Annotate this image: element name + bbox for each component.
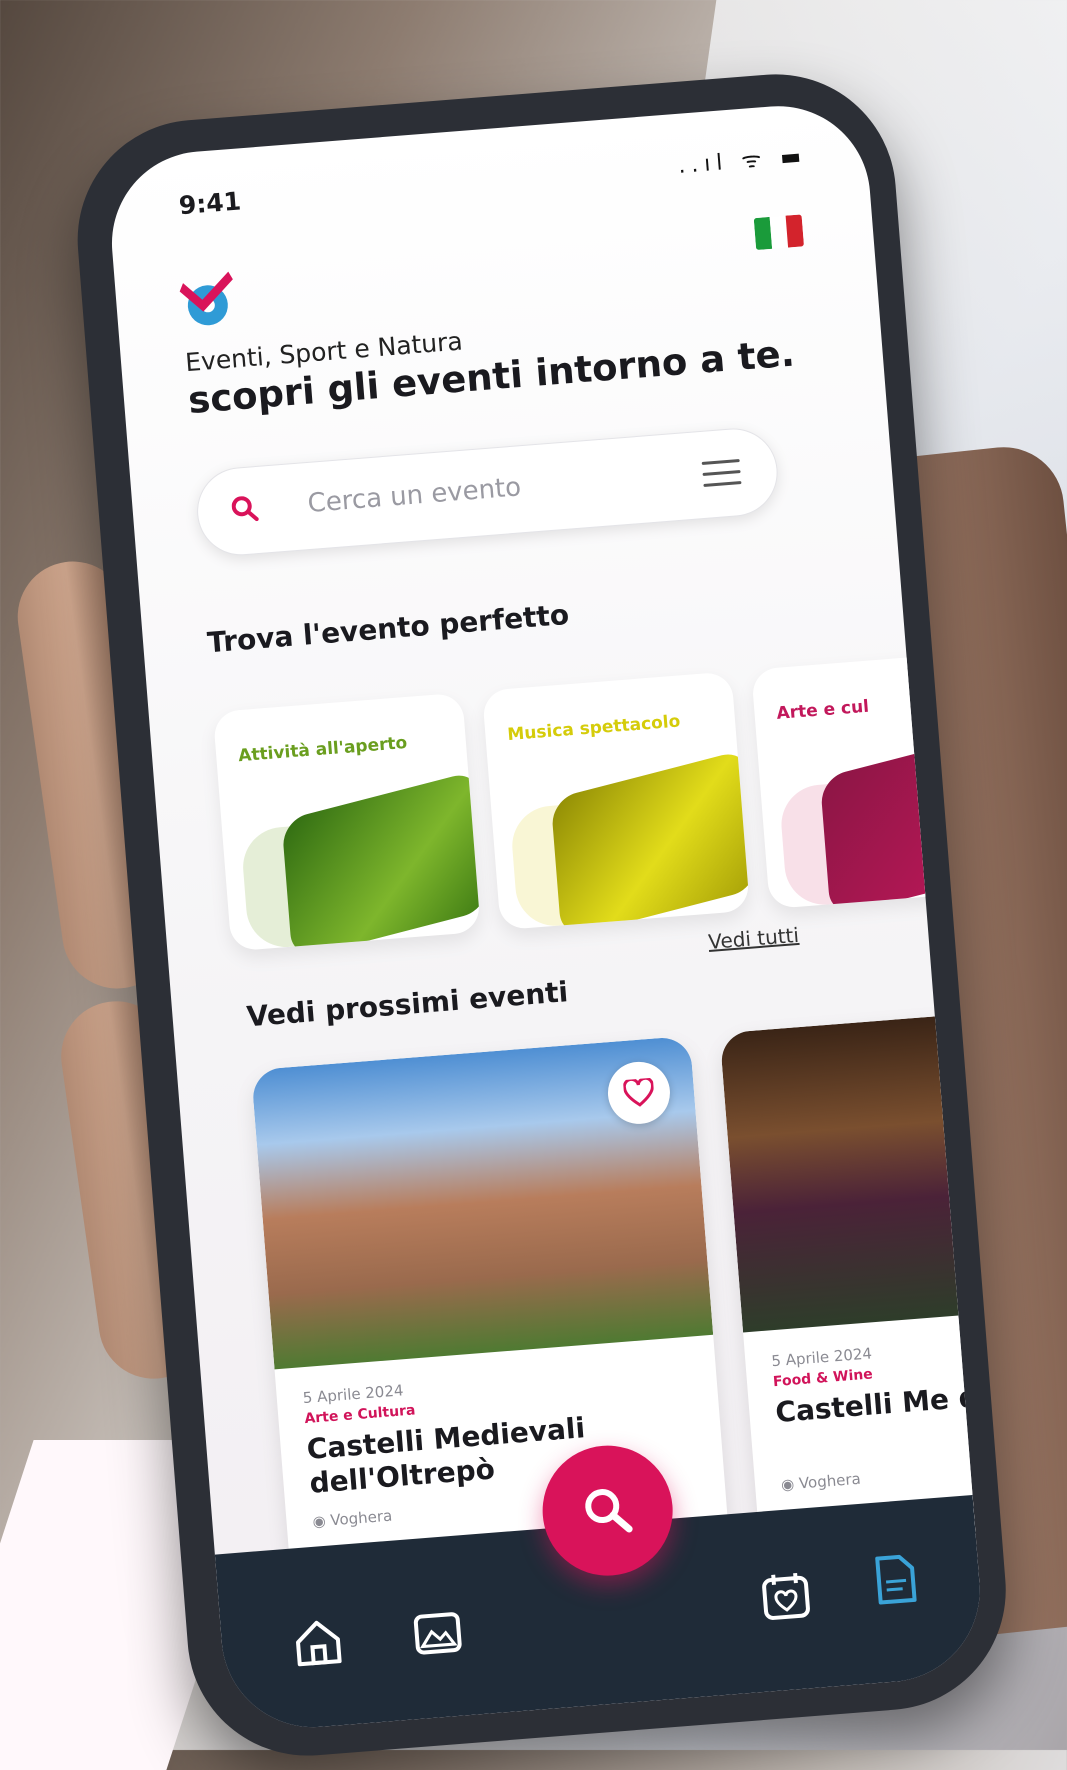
location-pin-icon: ◉ <box>311 1511 332 1531</box>
category-label: Arte e cul <box>775 696 870 724</box>
events-title: Vedi prossimi eventi <box>245 975 570 1034</box>
app-screen: 9:41 ..ıl ᯤ ▬ Eventi, Sport e Natura sco… <box>105 99 987 1735</box>
status-time: 9:41 <box>177 186 243 221</box>
app-logo-icon <box>179 271 233 326</box>
status-icons: ..ıl ᯤ ▬ <box>677 143 808 179</box>
search-input[interactable]: Cerca un evento <box>307 472 523 519</box>
event-date: 5 Aprile 2024 <box>302 1381 405 1408</box>
event-location: ◉ Voghera <box>780 1470 861 1494</box>
search-icon <box>231 496 259 522</box>
event-location-text: Voghera <box>329 1506 393 1530</box>
home-icon[interactable] <box>290 1615 346 1671</box>
phone-device: 9:41 ..ıl ᯤ ▬ Eventi, Sport e Natura sco… <box>60 0 1067 1765</box>
calendar-heart-icon[interactable] <box>758 1568 814 1624</box>
search-icon <box>585 1489 633 1533</box>
category-card-music[interactable]: Musica spettacolo <box>481 671 751 931</box>
category-image <box>281 769 481 952</box>
category-image <box>550 748 751 931</box>
category-carousel[interactable]: Attività all'aperto Musica spettacolo Ar… <box>212 650 987 972</box>
category-label: Attività all'aperto <box>237 733 408 767</box>
event-location: ◉ Voghera <box>312 1507 393 1531</box>
event-date: 5 Aprile 2024 <box>770 1344 873 1371</box>
category-image <box>819 727 987 910</box>
document-icon[interactable] <box>867 1551 923 1607</box>
hamburger-menu-icon[interactable] <box>701 459 742 495</box>
categories-title: Trova l'evento perfetto <box>206 597 571 660</box>
event-category: Food & Wine <box>772 1366 874 1391</box>
location-pin-icon: ◉ <box>780 1474 800 1494</box>
category-card-outdoor[interactable]: Attività all'aperto <box>212 692 481 952</box>
search-bar[interactable]: Cerca un evento <box>193 425 781 559</box>
event-category: Arte e Cultura <box>303 1402 417 1428</box>
category-label: Musica spettacolo <box>506 711 681 746</box>
category-card-art[interactable]: Arte e cul <box>751 650 987 910</box>
italian-flag-icon[interactable] <box>753 214 805 251</box>
event-location-text: Voghera <box>798 1469 862 1493</box>
map-icon[interactable] <box>410 1605 466 1661</box>
